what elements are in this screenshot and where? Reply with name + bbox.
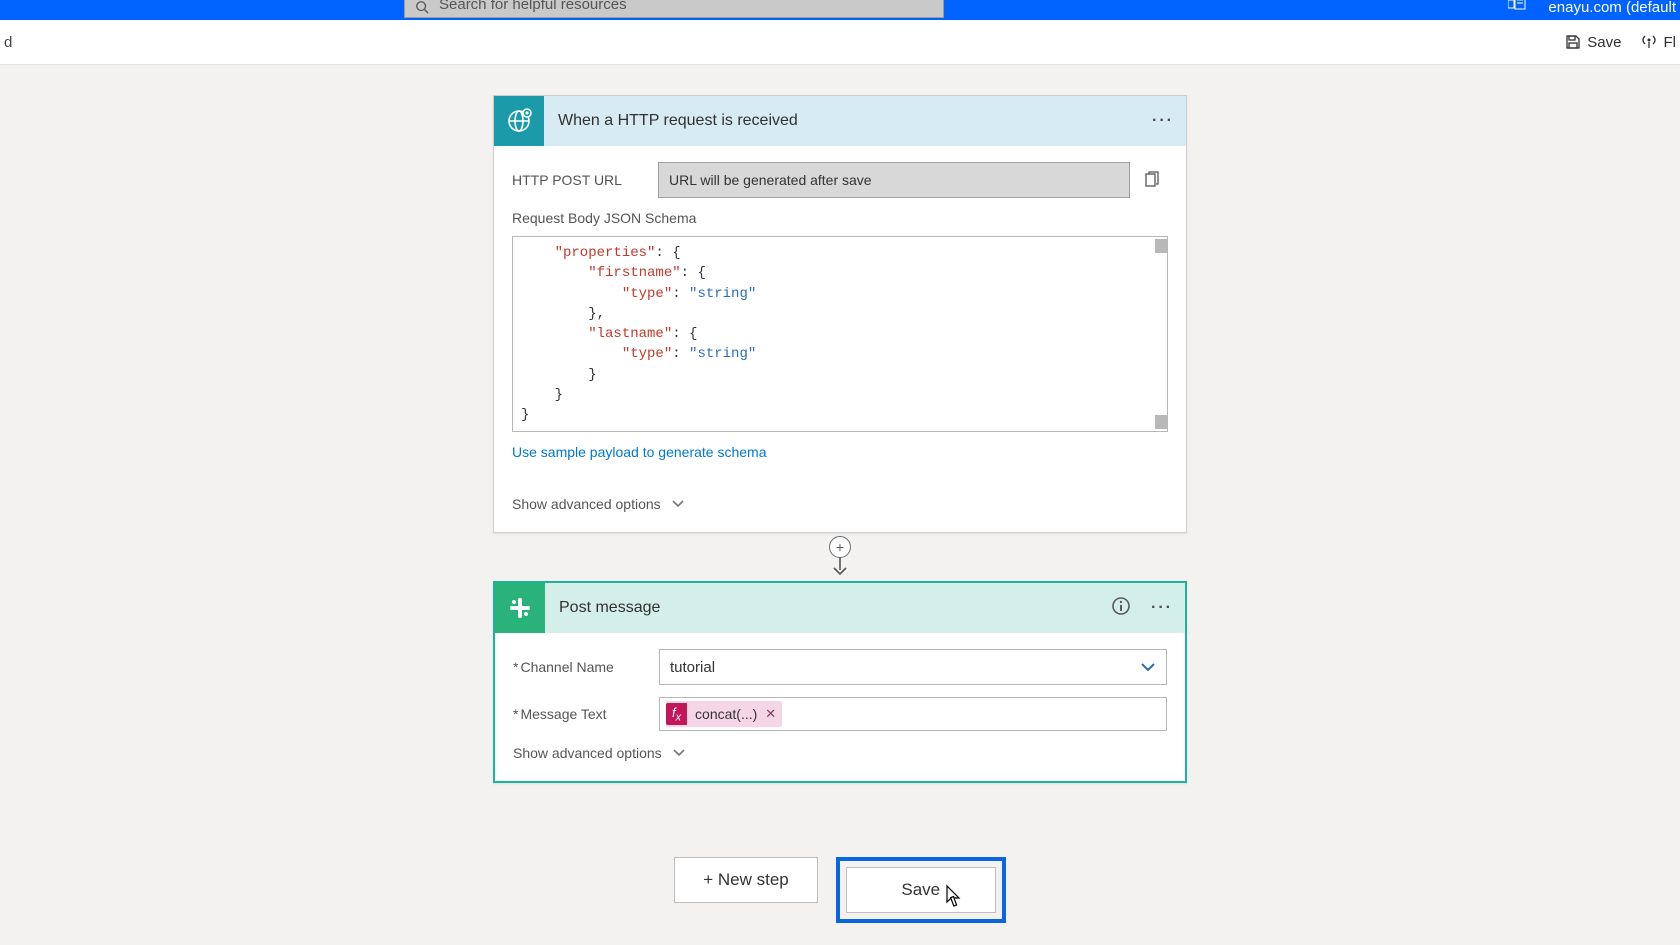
channel-label: Channel Name: [513, 659, 659, 675]
toolbar-save-label: Save: [1587, 34, 1621, 51]
action-advanced-toggle[interactable]: Show advanced options: [513, 745, 686, 761]
save-button[interactable]: Save: [846, 867, 996, 913]
toolbar-flow-label: Fl: [1664, 34, 1677, 51]
message-text-input[interactable]: fx concat(...) ✕: [659, 697, 1167, 731]
info-icon: [1111, 596, 1131, 616]
account-area[interactable]: enayu.com (default: [1508, 0, 1680, 18]
schema-label: Request Body JSON Schema: [512, 210, 1168, 226]
new-step-label: + New step: [703, 870, 789, 890]
chevron-down-icon: [672, 745, 686, 761]
save-icon: [1565, 34, 1581, 50]
copy-url-button[interactable]: [1136, 164, 1168, 196]
action-info-button[interactable]: [1111, 596, 1131, 621]
schema-scrollbar[interactable]: [1153, 237, 1167, 431]
sample-payload-link[interactable]: Use sample payload to generate schema: [512, 444, 766, 460]
expression-token[interactable]: fx concat(...) ✕: [666, 701, 782, 727]
search-placeholder: Search for helpful resources: [439, 0, 627, 13]
connector: +: [829, 533, 851, 581]
action-header[interactable]: Post message ···: [495, 583, 1185, 633]
chevron-down-icon: [671, 496, 685, 512]
breadcrumb-fragment: d: [4, 34, 12, 51]
expression-text: concat(...): [695, 706, 757, 722]
account-name: enayu.com (default: [1548, 0, 1676, 16]
trigger-card: When a HTTP request is received ··· HTTP…: [493, 95, 1187, 533]
action-title: Post message: [545, 599, 1111, 617]
trigger-menu-button[interactable]: ···: [1152, 112, 1174, 130]
http-url-label: HTTP POST URL: [512, 172, 658, 188]
fx-icon: fx: [666, 703, 687, 726]
action-card: Post message ··· Channel Name tutorial M…: [493, 581, 1187, 783]
save-button-label: Save: [901, 880, 940, 900]
flow-checker-icon: [1640, 34, 1658, 50]
chevron-down-icon: [1140, 661, 1156, 673]
message-label: Message Text: [513, 706, 659, 722]
toolbar-save-button[interactable]: Save: [1565, 34, 1621, 51]
trigger-header[interactable]: When a HTTP request is received ···: [494, 96, 1186, 146]
insert-step-button[interactable]: +: [829, 536, 851, 558]
action-menu-button[interactable]: ···: [1151, 599, 1173, 617]
copy-icon: [1143, 171, 1161, 189]
action-advanced-label: Show advanced options: [513, 745, 662, 761]
search-icon: [415, 0, 429, 17]
command-bar: d Save Fl: [0, 20, 1680, 65]
global-search[interactable]: Search for helpful resources: [404, 0, 944, 18]
trigger-title: When a HTTP request is received: [544, 112, 1152, 130]
new-step-button[interactable]: + New step: [674, 857, 818, 903]
toolbar-flow-button[interactable]: Fl: [1640, 34, 1677, 51]
http-url-value: URL will be generated after save: [669, 172, 872, 188]
trigger-advanced-label: Show advanced options: [512, 496, 661, 512]
http-trigger-icon: [494, 96, 544, 146]
http-url-field: URL will be generated after save: [658, 162, 1130, 198]
remove-token-button[interactable]: ✕: [765, 706, 776, 722]
slack-action-icon: [495, 583, 545, 633]
arrow-down-icon: [832, 556, 848, 576]
schema-editor[interactable]: "properties": { "firstname": { "type": "…: [512, 236, 1168, 432]
channel-value: tutorial: [670, 659, 715, 676]
save-button-highlight: Save: [836, 857, 1006, 923]
trigger-advanced-toggle[interactable]: Show advanced options: [512, 496, 685, 512]
channel-dropdown[interactable]: tutorial: [659, 649, 1167, 685]
directory-icon: [1508, 0, 1526, 15]
